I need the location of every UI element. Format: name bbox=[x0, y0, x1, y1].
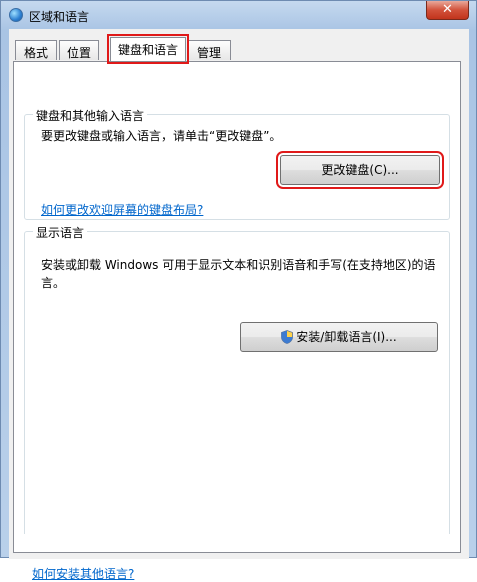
tab-format[interactable]: 格式 bbox=[15, 40, 57, 60]
globe-icon bbox=[9, 8, 23, 22]
install-other-languages-link[interactable]: 如何安装其他语言? bbox=[32, 565, 134, 582]
tab-panel: 键盘和其他输入语言 要更改键盘或输入语言，请单击“更改键盘”。 更改键盘(C).… bbox=[13, 61, 461, 581]
display-language-groupbox: 显示语言 安装或卸载 Windows 可用于显示文本和识别语音和手写(在支持地区… bbox=[24, 224, 450, 534]
install-button-label: 安装/卸载语言(I)... bbox=[296, 330, 397, 344]
install-uninstall-languages-button[interactable]: 安装/卸载语言(I)... bbox=[240, 322, 438, 352]
tab-strip: 格式 位置 键盘和语言 管理 bbox=[13, 34, 453, 64]
tab-location[interactable]: 位置 bbox=[59, 40, 99, 60]
display-language-group-title: 显示语言 bbox=[33, 224, 88, 241]
change-keyboards-button[interactable]: 更改键盘(C)... bbox=[276, 151, 444, 189]
display-language-description: 安装或卸载 Windows 可用于显示文本和识别语音和手写(在支持地区)的语言。 bbox=[41, 258, 436, 290]
close-button[interactable]: ✕ bbox=[426, 1, 469, 20]
tab-keyboards-and-languages[interactable]: 键盘和语言 bbox=[107, 34, 189, 64]
welcome-screen-keyboard-link[interactable]: 如何更改欢迎屏幕的键盘布局? bbox=[41, 201, 203, 218]
dialog-client: 格式 位置 键盘和语言 管理 键盘和其他输入语言 要更改键盘或输入语言，请单击“… bbox=[9, 29, 469, 581]
tab-administrative[interactable]: 管理 bbox=[187, 40, 231, 60]
title-bar[interactable]: 区域和语言 ✕ bbox=[1, 1, 476, 29]
uac-shield-icon bbox=[281, 330, 294, 344]
keyboard-group-title: 键盘和其他输入语言 bbox=[33, 107, 148, 124]
window-title: 区域和语言 bbox=[29, 10, 90, 24]
keyboard-description: 要更改键盘或输入语言，请单击“更改键盘”。 bbox=[41, 129, 282, 143]
dialog-window: 区域和语言 ✕ 格式 位置 键盘和语言 管理 键盘和其他输入语言 要更改键盘或输… bbox=[0, 0, 477, 581]
keyboard-groupbox: 键盘和其他输入语言 要更改键盘或输入语言，请单击“更改键盘”。 更改键盘(C).… bbox=[24, 107, 450, 220]
